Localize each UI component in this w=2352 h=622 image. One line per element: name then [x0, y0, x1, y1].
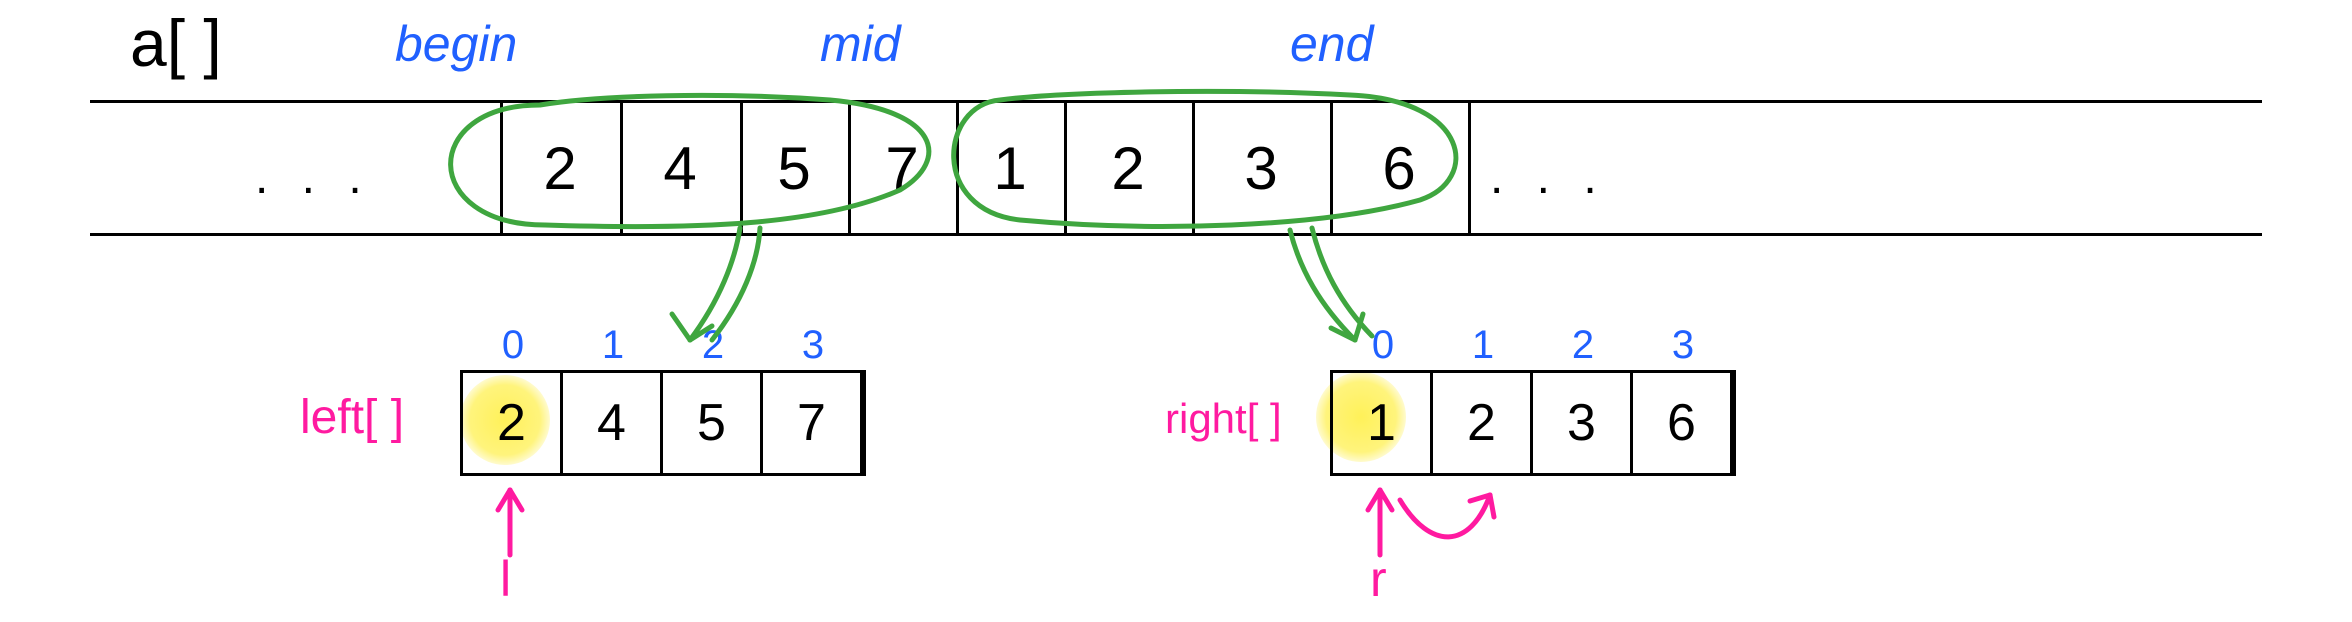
right_array-index: 2: [1533, 323, 1633, 368]
main-array-cell: 2: [1064, 103, 1192, 233]
hand-drawn-overlay: [0, 0, 2352, 622]
left_array-cell: 4: [563, 373, 663, 473]
right_array-cell: 2: [1433, 373, 1533, 473]
left-array-box: 20415273: [460, 370, 866, 476]
left_array-cell: 7: [763, 373, 863, 473]
ellipsis-right: . . .: [1490, 150, 1607, 205]
label-left-array: left[ ]: [300, 390, 404, 445]
main-array-cell: 6: [1330, 103, 1468, 233]
right_array-cell: 3: [1533, 373, 1633, 473]
left_array-index: 2: [663, 323, 763, 368]
right_array-cell: 6: [1633, 373, 1733, 473]
main-array-divider: [1468, 103, 1471, 233]
main-array-cell: 2: [500, 103, 620, 233]
left_array-index: 3: [763, 323, 863, 368]
right-array-box: 10213263: [1330, 370, 1736, 476]
pointer-r-label: r: [1370, 550, 1387, 608]
main-array-cell: 1: [956, 103, 1064, 233]
main-array-cell: 7: [848, 103, 956, 233]
main-array-cell: 3: [1192, 103, 1330, 233]
right_array-index: 0: [1333, 323, 1433, 368]
main-array-cell: 5: [740, 103, 848, 233]
label-begin: begin: [395, 15, 517, 73]
ellipsis-left: . . .: [255, 150, 372, 205]
array-name-a: a[ ]: [130, 5, 222, 81]
diagram-stage: a[ ] begin mid end 24571236 . . . . . . …: [0, 0, 2352, 622]
right_array-cell: 1: [1333, 373, 1433, 473]
pointer-l-label: l: [500, 550, 511, 608]
main-array-strip: 24571236: [90, 100, 2262, 236]
left_array-index: 1: [563, 323, 663, 368]
label-end: end: [1290, 15, 1373, 73]
right_array-index: 1: [1433, 323, 1533, 368]
left_array-cell: 2: [463, 373, 563, 473]
left_array-cell: 5: [663, 373, 763, 473]
label-right-array: right[ ]: [1165, 395, 1282, 443]
main-array-cell: 4: [620, 103, 740, 233]
right_array-index: 3: [1633, 323, 1733, 368]
label-mid: mid: [820, 15, 901, 73]
left_array-index: 0: [463, 323, 563, 368]
